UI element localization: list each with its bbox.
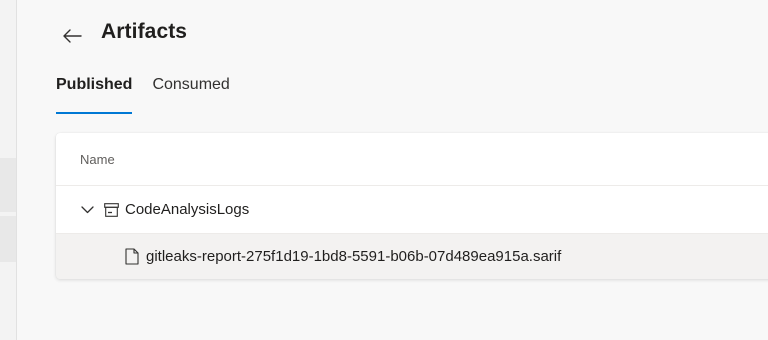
rail-item-selected[interactable] bbox=[0, 216, 16, 262]
file-icon bbox=[124, 248, 140, 266]
artifact-folder-row[interactable]: CodeAnalysisLogs bbox=[56, 186, 768, 234]
tab-consumed[interactable]: Consumed bbox=[152, 76, 229, 114]
column-header-name[interactable]: Name bbox=[56, 133, 768, 186]
artifact-package-icon bbox=[103, 202, 119, 218]
rail-item[interactable] bbox=[0, 158, 16, 212]
artifact-file-label[interactable]: gitleaks-report-275f1d19-1bd8-5591-b06b-… bbox=[146, 248, 561, 265]
chevron-down-icon[interactable] bbox=[80, 203, 94, 217]
page-title: Artifacts bbox=[101, 20, 188, 43]
tab-published[interactable]: Published bbox=[56, 76, 133, 114]
back-button[interactable] bbox=[58, 22, 86, 50]
tab-bar: Published Consumed bbox=[56, 76, 250, 114]
artifacts-table: Name CodeAnalysisLogs gitleaks-report-27… bbox=[56, 133, 768, 279]
left-rail bbox=[0, 0, 17, 340]
artifact-file-row[interactable]: gitleaks-report-275f1d19-1bd8-5591-b06b-… bbox=[56, 234, 768, 279]
arrow-left-icon bbox=[63, 29, 82, 43]
artifact-folder-label[interactable]: CodeAnalysisLogs bbox=[125, 201, 249, 218]
